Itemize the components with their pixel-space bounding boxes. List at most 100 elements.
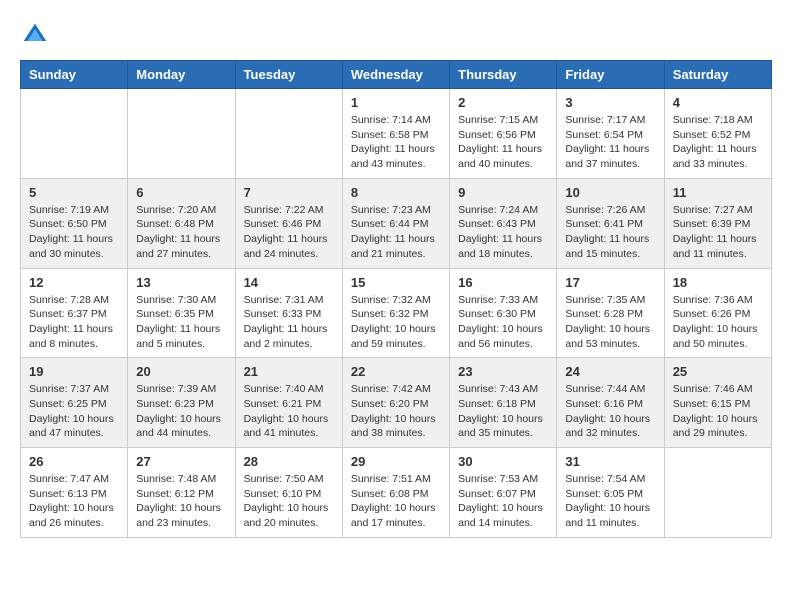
calendar-cell [664,448,771,538]
day-info: Sunrise: 7:40 AM Sunset: 6:21 PM Dayligh… [244,382,334,441]
day-info: Sunrise: 7:19 AM Sunset: 6:50 PM Dayligh… [29,203,119,262]
calendar-cell: 12 Sunrise: 7:28 AM Sunset: 6:37 PM Dayli… [21,268,128,358]
day-number: 2 [458,95,548,110]
calendar-header-row: SundayMondayTuesdayWednesdayThursdayFrid… [21,61,772,89]
day-info: Sunrise: 7:36 AM Sunset: 6:26 PM Dayligh… [673,293,763,352]
day-number: 23 [458,364,548,379]
day-number: 21 [244,364,334,379]
day-info: Sunrise: 7:43 AM Sunset: 6:18 PM Dayligh… [458,382,548,441]
calendar-cell: 31 Sunrise: 7:54 AM Sunset: 6:05 PM Dayli… [557,448,664,538]
calendar-cell: 6 Sunrise: 7:20 AM Sunset: 6:48 PM Daylig… [128,178,235,268]
day-number: 18 [673,275,763,290]
calendar-cell: 28 Sunrise: 7:50 AM Sunset: 6:10 PM Dayli… [235,448,342,538]
day-info: Sunrise: 7:37 AM Sunset: 6:25 PM Dayligh… [29,382,119,441]
day-number: 19 [29,364,119,379]
calendar-cell: 9 Sunrise: 7:24 AM Sunset: 6:43 PM Daylig… [450,178,557,268]
logo [20,20,54,50]
day-number: 1 [351,95,441,110]
day-info: Sunrise: 7:32 AM Sunset: 6:32 PM Dayligh… [351,293,441,352]
day-number: 20 [136,364,226,379]
calendar-cell: 16 Sunrise: 7:33 AM Sunset: 6:30 PM Dayli… [450,268,557,358]
calendar-cell: 10 Sunrise: 7:26 AM Sunset: 6:41 PM Dayli… [557,178,664,268]
calendar-cell: 25Sunrise: 7:46 AM Sunset: 6:15 PM Dayli… [664,358,771,448]
day-info: Sunrise: 7:17 AM Sunset: 6:54 PM Dayligh… [565,113,655,172]
calendar-cell: 14 Sunrise: 7:31 AM Sunset: 6:33 PM Dayli… [235,268,342,358]
day-info: Sunrise: 7:26 AM Sunset: 6:41 PM Dayligh… [565,203,655,262]
day-number: 13 [136,275,226,290]
day-info: Sunrise: 7:50 AM Sunset: 6:10 PM Dayligh… [244,472,334,531]
calendar-cell: 27Sunrise: 7:48 AM Sunset: 6:12 PM Dayli… [128,448,235,538]
calendar-table: SundayMondayTuesdayWednesdayThursdayFrid… [20,60,772,538]
day-of-week-header: Saturday [664,61,771,89]
day-of-week-header: Thursday [450,61,557,89]
calendar-cell: 26Sunrise: 7:47 AM Sunset: 6:13 PM Dayli… [21,448,128,538]
calendar-cell: 2Sunrise: 7:15 AM Sunset: 6:56 PM Daylig… [450,89,557,179]
day-number: 24 [565,364,655,379]
day-info: Sunrise: 7:23 AM Sunset: 6:44 PM Dayligh… [351,203,441,262]
calendar-cell: 17 Sunrise: 7:35 AM Sunset: 6:28 PM Dayli… [557,268,664,358]
calendar-cell: 13 Sunrise: 7:30 AM Sunset: 6:35 PM Dayli… [128,268,235,358]
day-number: 4 [673,95,763,110]
day-number: 29 [351,454,441,469]
calendar-week-row: 12 Sunrise: 7:28 AM Sunset: 6:37 PM Dayli… [21,268,772,358]
day-number: 3 [565,95,655,110]
day-number: 27 [136,454,226,469]
calendar-cell: 18 Sunrise: 7:36 AM Sunset: 6:26 PM Dayli… [664,268,771,358]
calendar-cell: 11Sunrise: 7:27 AM Sunset: 6:39 PM Dayli… [664,178,771,268]
day-info: Sunrise: 7:39 AM Sunset: 6:23 PM Dayligh… [136,382,226,441]
day-info: Sunrise: 7:51 AM Sunset: 6:08 PM Dayligh… [351,472,441,531]
calendar-cell: 22 Sunrise: 7:42 AM Sunset: 6:20 PM Dayli… [342,358,449,448]
day-info: Sunrise: 7:31 AM Sunset: 6:33 PM Dayligh… [244,293,334,352]
day-number: 22 [351,364,441,379]
day-number: 28 [244,454,334,469]
day-number: 25 [673,364,763,379]
day-number: 14 [244,275,334,290]
day-info: Sunrise: 7:30 AM Sunset: 6:35 PM Dayligh… [136,293,226,352]
day-of-week-header: Friday [557,61,664,89]
calendar-cell: 4 Sunrise: 7:18 AM Sunset: 6:52 PM Daylig… [664,89,771,179]
day-number: 17 [565,275,655,290]
calendar-week-row: 5Sunrise: 7:19 AM Sunset: 6:50 PM Daylig… [21,178,772,268]
calendar-week-row: 1 Sunrise: 7:14 AM Sunset: 6:58 PM Daylig… [21,89,772,179]
calendar-cell [128,89,235,179]
day-info: Sunrise: 7:28 AM Sunset: 6:37 PM Dayligh… [29,293,119,352]
day-info: Sunrise: 7:53 AM Sunset: 6:07 PM Dayligh… [458,472,548,531]
day-info: Sunrise: 7:20 AM Sunset: 6:48 PM Dayligh… [136,203,226,262]
page-header [20,20,772,50]
calendar-cell: 29 Sunrise: 7:51 AM Sunset: 6:08 PM Dayli… [342,448,449,538]
day-info: Sunrise: 7:35 AM Sunset: 6:28 PM Dayligh… [565,293,655,352]
day-info: Sunrise: 7:22 AM Sunset: 6:46 PM Dayligh… [244,203,334,262]
calendar-cell: 30Sunrise: 7:53 AM Sunset: 6:07 PM Dayli… [450,448,557,538]
day-number: 10 [565,185,655,200]
day-number: 16 [458,275,548,290]
calendar-cell: 15 Sunrise: 7:32 AM Sunset: 6:32 PM Dayli… [342,268,449,358]
day-number: 9 [458,185,548,200]
day-info: Sunrise: 7:27 AM Sunset: 6:39 PM Dayligh… [673,203,763,262]
calendar-cell: 7 Sunrise: 7:22 AM Sunset: 6:46 PM Daylig… [235,178,342,268]
calendar-cell [235,89,342,179]
day-of-week-header: Wednesday [342,61,449,89]
calendar-cell: 5Sunrise: 7:19 AM Sunset: 6:50 PM Daylig… [21,178,128,268]
day-number: 15 [351,275,441,290]
calendar-cell: 19 Sunrise: 7:37 AM Sunset: 6:25 PM Dayli… [21,358,128,448]
day-info: Sunrise: 7:24 AM Sunset: 6:43 PM Dayligh… [458,203,548,262]
day-number: 12 [29,275,119,290]
calendar-cell: 1 Sunrise: 7:14 AM Sunset: 6:58 PM Daylig… [342,89,449,179]
calendar-cell [21,89,128,179]
day-number: 6 [136,185,226,200]
day-info: Sunrise: 7:33 AM Sunset: 6:30 PM Dayligh… [458,293,548,352]
day-info: Sunrise: 7:54 AM Sunset: 6:05 PM Dayligh… [565,472,655,531]
day-info: Sunrise: 7:44 AM Sunset: 6:16 PM Dayligh… [565,382,655,441]
logo-icon [20,20,50,50]
day-number: 31 [565,454,655,469]
day-number: 7 [244,185,334,200]
calendar-cell: 8Sunrise: 7:23 AM Sunset: 6:44 PM Daylig… [342,178,449,268]
day-info: Sunrise: 7:14 AM Sunset: 6:58 PM Dayligh… [351,113,441,172]
calendar-cell: 21 Sunrise: 7:40 AM Sunset: 6:21 PM Dayli… [235,358,342,448]
calendar-week-row: 19 Sunrise: 7:37 AM Sunset: 6:25 PM Dayli… [21,358,772,448]
calendar-cell: 24 Sunrise: 7:44 AM Sunset: 6:16 PM Dayli… [557,358,664,448]
day-info: Sunrise: 7:47 AM Sunset: 6:13 PM Dayligh… [29,472,119,531]
day-info: Sunrise: 7:42 AM Sunset: 6:20 PM Dayligh… [351,382,441,441]
calendar-cell: 23 Sunrise: 7:43 AM Sunset: 6:18 PM Dayli… [450,358,557,448]
day-info: Sunrise: 7:18 AM Sunset: 6:52 PM Dayligh… [673,113,763,172]
